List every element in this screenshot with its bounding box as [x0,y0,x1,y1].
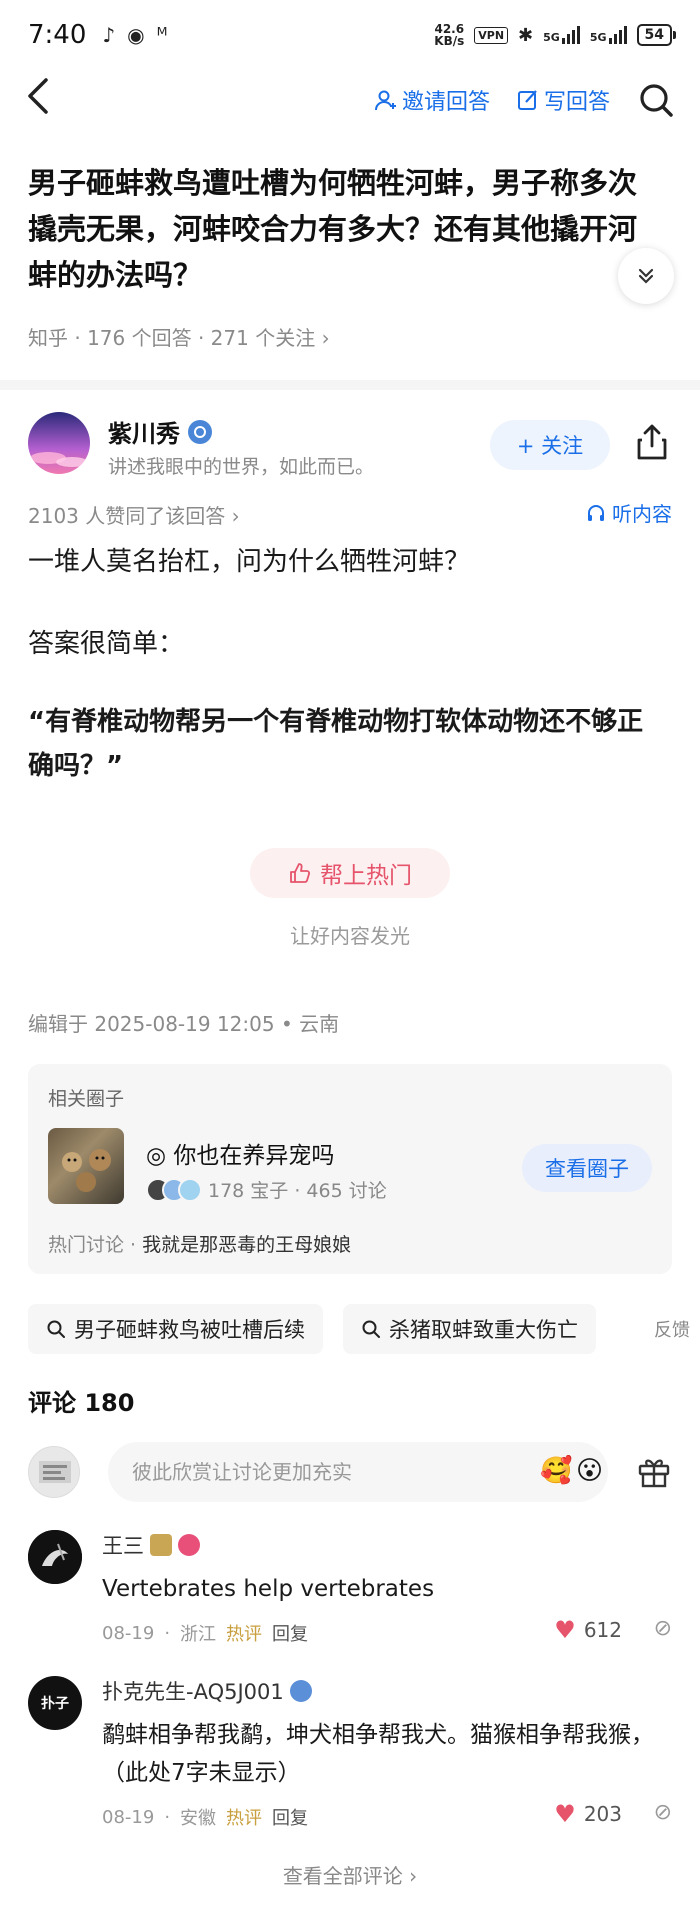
headphones-icon [588,504,604,521]
level-badge-icon [150,1534,172,1556]
divider [0,380,700,390]
my-avatar [28,1446,80,1498]
author-row: 紫川秀 讲述我眼中的世界，如此而已。 + 关注 [28,412,672,482]
boost-subtitle: 让好内容发光 [290,924,410,948]
like-count: 612 [583,1618,622,1642]
like-button[interactable]: ♥ 612 [554,1616,622,1644]
heart-icon: ♥ [554,1800,576,1828]
collapse-button[interactable] [618,248,674,304]
qq-icon: ◉ [127,23,145,47]
person-add-icon [374,90,396,111]
thumbs-up-icon [290,863,311,883]
comment-text: Vertebrates help vertebrates [102,1576,435,1602]
like-button[interactable]: ♥ 203 [554,1800,622,1828]
comment-input[interactable]: 彼此欣赏让讨论更加充实 [108,1442,608,1502]
write-answer-button[interactable]: 写回答 [516,84,610,116]
emoji-icon[interactable]: 🥰 [540,1456,572,1486]
comment-item: 扑子 扑克先生-AQ5J001 鹬蚌相争帮我鹬，坤犬相争帮我犬。猫猴相争帮我猴，… [28,1676,672,1836]
comment-location: 安徽 [180,1808,217,1829]
circle-section-title: 相关圈子 [48,1088,125,1110]
verified-badge-icon [188,419,212,444]
bluetooth-icon: ✱ [518,24,534,46]
commenter-avatar[interactable]: 扑子 [28,1676,82,1730]
question-title[interactable]: 男子砸蚌救鸟遭吐槽为何牺牲河蚌，男子称多次撬壳无果，河蚌咬合力有多大？还有其他撬… [28,160,648,298]
answer-quote: “有脊椎动物帮另一个有脊椎动物打软体动物还不够正确吗？” [28,707,644,781]
commenter-name[interactable]: 扑克先生-AQ5J001 [102,1676,284,1706]
reply-button[interactable]: 回复 [272,1804,308,1830]
search-icon [47,1320,65,1338]
reply-button[interactable]: 回复 [272,1620,308,1646]
author-avatar[interactable] [28,412,90,474]
view-circle-button[interactable]: 查看圈子 [522,1144,652,1192]
comment-date: 08-19 [102,1622,155,1644]
follow-button[interactable]: + 关注 [490,420,610,470]
mail-icon: ᴹ [156,23,168,47]
dislike-icon[interactable]: ⊘ [654,1616,672,1641]
listen-button[interactable]: 听内容 [586,498,672,527]
tiktok-icon: ♪ [102,23,116,47]
see-all-comments-link[interactable]: 查看全部评论 › [0,1860,700,1889]
battery-icon: 54 [636,24,677,46]
comments-title: 评论 180 [28,1389,135,1417]
member-badge-icon [289,1680,312,1702]
net-speed: 42.6 KB/s [434,22,465,48]
answer-paragraph: 答案很简单： [28,629,185,659]
feedback-button[interactable]: 反馈 [646,1316,690,1342]
comment-text: 鹬蚌相争帮我鹬，坤犬相争帮我犬。猫猴相争帮我猴，（此处7字未显示） [102,1722,654,1786]
member-badge-icon [178,1534,200,1556]
edit-icon [517,90,537,110]
boost-hot-button[interactable]: 帮上热门 [250,848,450,898]
commenter-name[interactable]: 王三 [102,1530,144,1560]
question-meta[interactable]: 知乎 · 176 个回答 · 271 个关注 › [28,322,330,351]
circle-thumbnail [48,1128,124,1204]
hot-discussion-topic[interactable]: 我就是那恶毒的王母娘娘 [142,1234,351,1256]
commenter-avatar[interactable] [28,1530,82,1584]
author-name[interactable]: 紫川秀 [108,414,180,449]
member-avatars [146,1177,202,1202]
related-searches: 男子砸蚌救鸟被吐槽后续 杀猪取蚌致重大伤亡 [28,1304,700,1354]
like-count: 203 [583,1802,622,1826]
hot-discussion-label: 热门讨论 · [48,1234,137,1256]
top-nav: 邀请回答 写回答 [0,70,700,130]
search-icon [362,1320,380,1338]
related-circle-card[interactable]: 相关圈子 ◎ 你也在养异宠吗 178 宝子 · 465 讨论 查看圈子 热门讨论… [28,1064,672,1274]
invite-answer-button[interactable]: 邀请回答 [374,84,490,116]
circle-stats: 178 宝子 · 465 讨论 [208,1180,387,1202]
share-icon[interactable] [632,422,672,462]
comment-date: 08-19 [102,1806,155,1828]
comment-location: 浙江 [180,1624,217,1645]
author-bio: 讲述我眼中的世界，如此而已。 [108,456,375,478]
vpn-badge: VPN [474,26,509,44]
hot-comment-badge: 热评 [226,1624,263,1645]
gift-icon[interactable] [636,1454,672,1490]
status-time: 7:40 [28,20,87,50]
signal-icon: 5G [543,26,580,44]
related-search-chip[interactable]: 杀猪取蚌致重大伤亡 [343,1304,596,1354]
search-icon[interactable] [636,80,676,120]
chevron-double-down-icon [638,268,654,284]
related-search-chip[interactable]: 男子砸蚌救鸟被吐槽后续 [28,1304,323,1354]
back-button[interactable] [24,76,64,124]
status-bar: 7:40 ♪ ◉ ᴹ 42.6 KB/s VPN ✱ 5G 5G 54 [0,0,700,70]
comment-input-row: 彼此欣赏让讨论更加充实 🥰 😮 [28,1442,672,1502]
emoji-icon[interactable]: 😮 [576,1456,603,1486]
heart-icon: ♥ [554,1616,576,1644]
circle-name[interactable]: ◎ 你也在养异宠吗 [146,1136,334,1170]
signal-icon-2: 5G [590,26,627,44]
back-arrow-icon [28,78,48,114]
upvote-count[interactable]: 2103 人赞同了该回答 › [28,500,240,529]
dislike-icon[interactable]: ⊘ [654,1800,672,1825]
edit-meta: 编辑于 2025-08-19 12:05 • 云南 [28,1012,340,1036]
answer-paragraph: 一堆人莫名抬杠，问为什么牺牲河蚌？ [28,547,471,577]
comment-item: 王三 Vertebrates help vertebrates 08-19 · … [28,1530,672,1650]
hot-comment-badge: 热评 [226,1808,263,1829]
